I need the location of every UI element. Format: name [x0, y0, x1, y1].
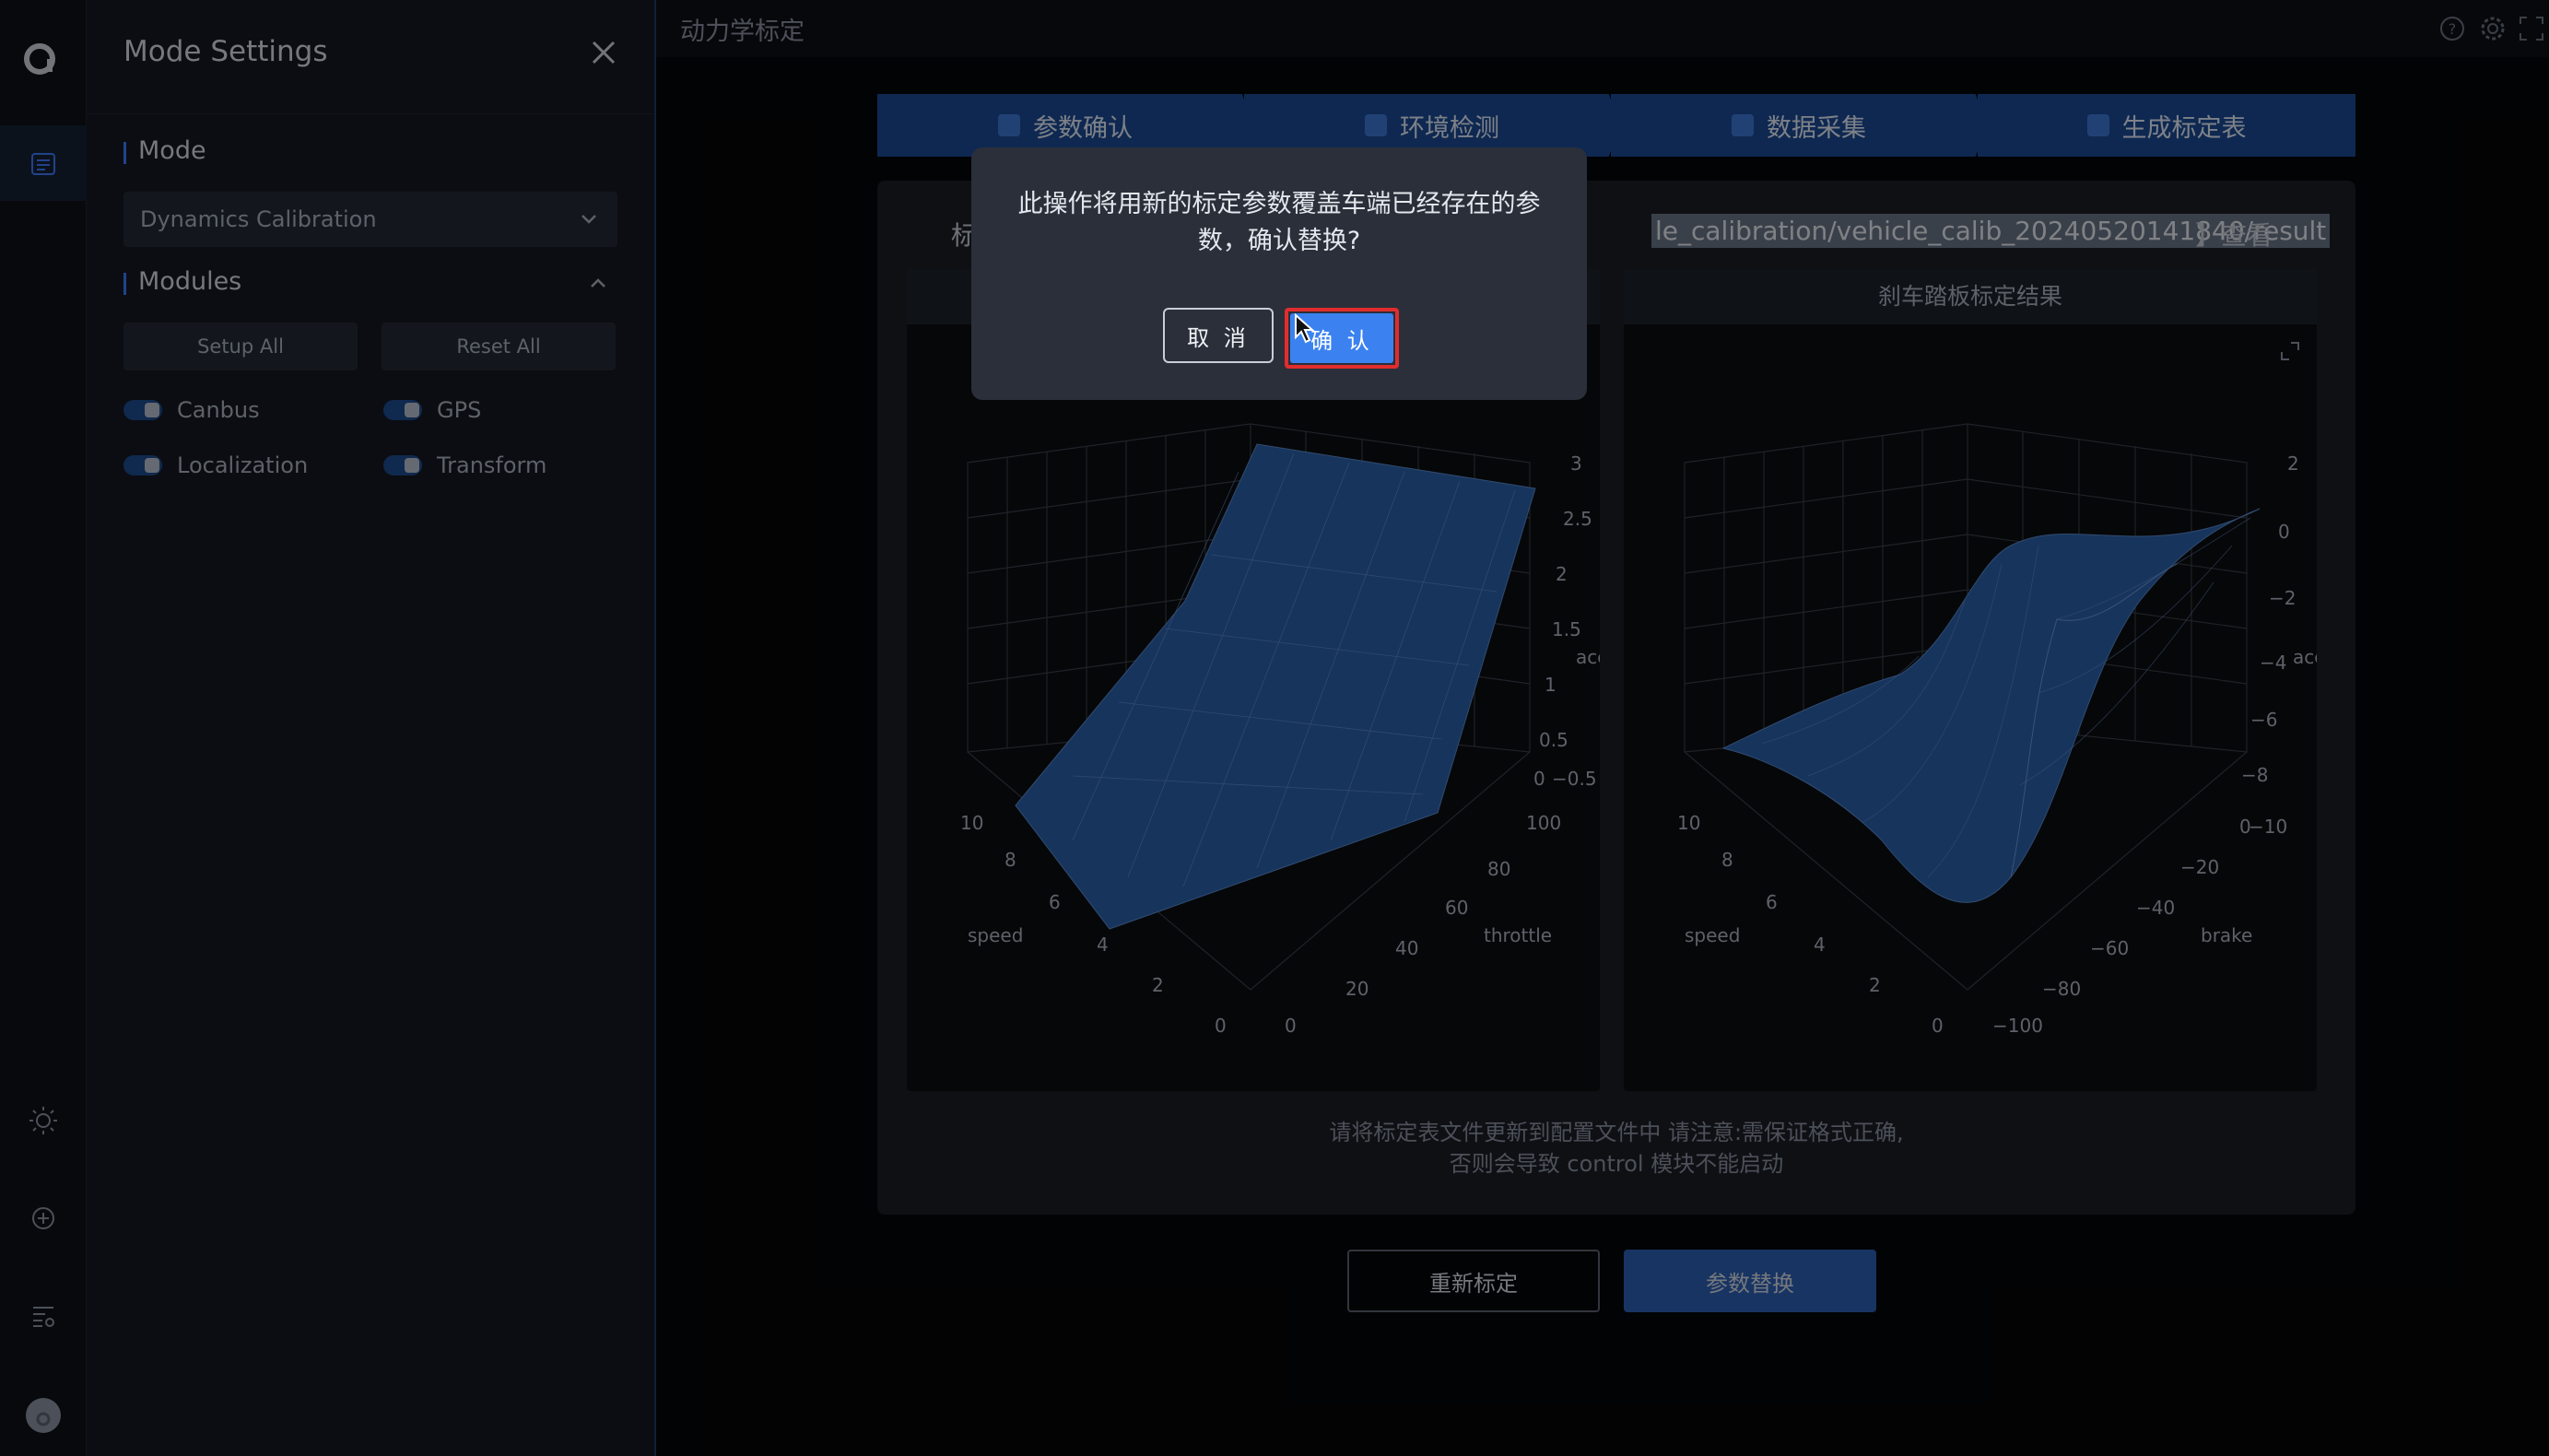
- cancel-button[interactable]: 取 消: [1163, 308, 1274, 363]
- mouse-cursor-icon: [1294, 312, 1316, 348]
- dialog-message: 此操作将用新的标定参数覆盖车端已经存在的参数，确认替换?: [1017, 190, 1541, 255]
- confirm-dialog: 此操作将用新的标定参数覆盖车端已经存在的参数，确认替换? 取 消 确 认: [971, 147, 1587, 400]
